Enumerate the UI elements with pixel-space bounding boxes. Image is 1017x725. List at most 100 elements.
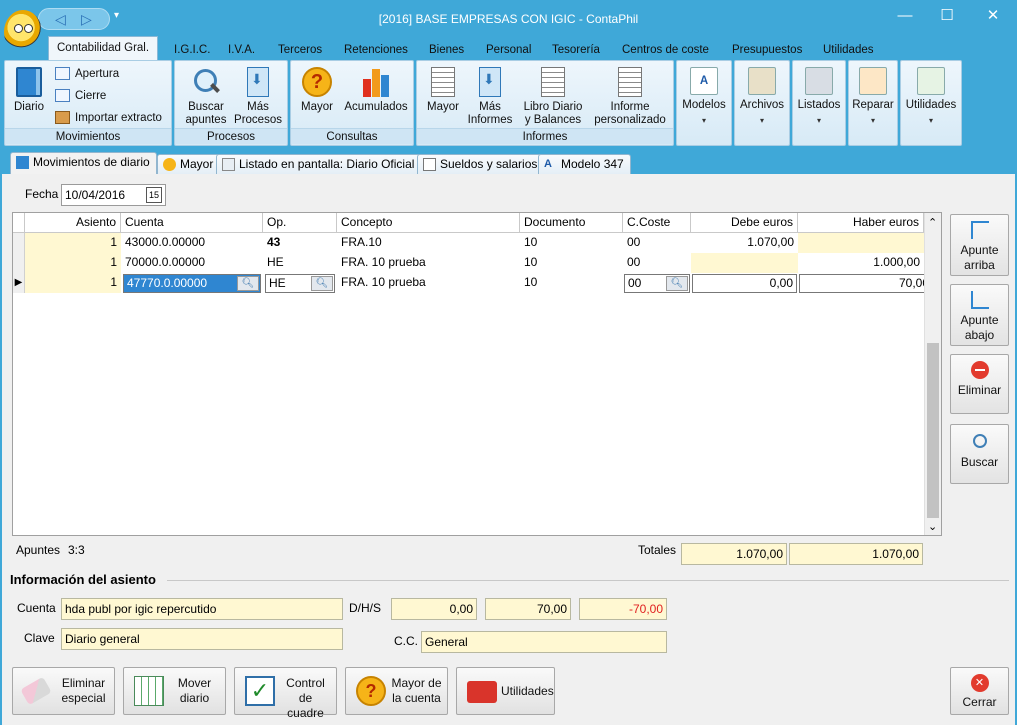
tab-igic[interactable]: I.G.I.C.	[166, 40, 218, 60]
tab-iva[interactable]: I.V.A.	[220, 40, 263, 60]
haber-edit-input[interactable]: 70,00	[799, 274, 933, 293]
utilidades-dropdown[interactable]: Utilidades ▾	[900, 60, 962, 146]
calendar-icon[interactable]: 15	[146, 187, 162, 203]
lookup-magnifier-icon[interactable]: 🔍︎	[237, 276, 259, 291]
tab-tesoreria[interactable]: Tesorería	[544, 40, 608, 60]
cell-concepto[interactable]: FRA.10	[337, 233, 520, 253]
tab-label: Modelo 347	[561, 157, 624, 171]
modelos-dropdown[interactable]: A Modelos ▾	[676, 60, 732, 146]
scroll-down-icon[interactable]: ⌄	[928, 520, 937, 533]
tab-retenciones[interactable]: Retenciones	[336, 40, 416, 60]
header-concepto[interactable]: Concepto	[337, 213, 520, 233]
close-circle-icon: ✕	[970, 674, 989, 692]
acumulados-button[interactable]: Acumulados	[341, 67, 411, 114]
maximize-button[interactable]: ☐	[927, 4, 967, 28]
libro-diario-button[interactable]: Libro Diario y Balances	[517, 67, 589, 127]
apertura-button[interactable]: Apertura	[55, 65, 119, 83]
cell-asiento[interactable]: 1	[25, 273, 121, 293]
mayor-consulta-button[interactable]: ? Mayor	[295, 67, 339, 114]
buscar-button[interactable]: Buscar	[950, 424, 1009, 484]
mas-procesos-button[interactable]: Más Procesos	[233, 67, 283, 127]
apunte-abajo-button[interactable]: Apunte abajo	[950, 284, 1009, 346]
cell-haber[interactable]: 1.000,00	[798, 253, 924, 273]
cell-documento[interactable]: 10	[520, 253, 623, 273]
mayor-informe-button[interactable]: Mayor	[421, 67, 465, 114]
cerrar-button[interactable]: ✕ Cerrar	[950, 667, 1009, 715]
lookup-magnifier-icon[interactable]: 🔍︎	[666, 276, 688, 291]
lookup-magnifier-icon[interactable]: 🔍︎	[311, 276, 333, 291]
cell-asiento[interactable]: 1	[25, 253, 121, 273]
listados-dropdown[interactable]: Listados ▾	[792, 60, 846, 146]
informe-label-1: Informe	[610, 101, 650, 113]
eliminar-button[interactable]: Eliminar	[950, 354, 1009, 414]
scroll-up-icon[interactable]: ⌃	[928, 216, 937, 229]
buscar-apuntes-button[interactable]: Buscar apuntes	[181, 67, 231, 127]
tab-sueldos-salarios[interactable]: Sueldos y salarios	[417, 154, 545, 174]
eliminar-especial-button[interactable]: Eliminar especial	[12, 667, 115, 715]
tab-utilidades[interactable]: Utilidades	[815, 40, 882, 60]
cell-op[interactable]: 43	[263, 233, 337, 253]
mover-diario-button[interactable]: Mover diario	[123, 667, 226, 715]
scrollbar-thumb[interactable]	[927, 343, 939, 518]
tab-centros-coste[interactable]: Centros de coste	[614, 40, 717, 60]
row-indicator[interactable]	[13, 233, 25, 253]
utilidades-button[interactable]: Utilidades	[456, 667, 555, 715]
row-indicator[interactable]	[13, 253, 25, 273]
reparar-content: Reparar ▾	[849, 67, 897, 127]
cell-concepto[interactable]: FRA. 10 prueba	[337, 253, 520, 273]
cell-cuenta[interactable]: 43000.0.00000	[121, 233, 263, 253]
tab-bienes[interactable]: Bienes	[421, 40, 472, 60]
minimize-button[interactable]: —	[885, 4, 925, 28]
cell-ccoste[interactable]: 00	[623, 233, 691, 253]
debe-edit-input[interactable]: 0,00	[692, 274, 797, 293]
cell-debe[interactable]	[691, 253, 798, 273]
buscar-label-1: Buscar	[188, 101, 224, 113]
cell-documento[interactable]: 10	[520, 273, 623, 293]
tab-movimientos-diario[interactable]: Movimientos de diario	[10, 152, 157, 174]
header-documento[interactable]: Documento	[520, 213, 623, 233]
cuenta-edit-input[interactable]: 47770.0.00000 🔍︎	[123, 274, 261, 293]
apunte-arriba-button[interactable]: Apunte arriba	[950, 214, 1009, 276]
close-window-button[interactable]: ✕	[973, 4, 1013, 28]
cell-ccoste[interactable]: 00	[623, 253, 691, 273]
current-row-arrow-icon[interactable]: ▶	[13, 273, 25, 293]
cell-cuenta[interactable]: 70000.0.00000	[121, 253, 263, 273]
divider	[167, 580, 1009, 581]
archivos-dropdown[interactable]: Archivos ▾	[734, 60, 790, 146]
total-debe: 1.070,00	[681, 543, 787, 565]
tab-contabilidad[interactable]: Contabilidad Gral.	[48, 36, 159, 61]
informe-personalizado-button[interactable]: Informe personalizado	[589, 67, 671, 127]
header-haber[interactable]: Haber euros	[798, 213, 924, 233]
header-cuenta[interactable]: Cuenta	[121, 213, 263, 233]
control-cuadre-button[interactable]: ✓ Control de cuadre	[234, 667, 337, 720]
tab-mayor[interactable]: Mayor	[157, 154, 221, 174]
tab-personal[interactable]: Personal	[478, 40, 539, 60]
cell-haber[interactable]	[798, 233, 924, 253]
cell-documento[interactable]: 10	[520, 233, 623, 253]
reparar-dropdown[interactable]: Reparar ▾	[848, 60, 898, 146]
tax-agency-icon: A	[690, 67, 718, 95]
cell-asiento[interactable]: 1	[25, 233, 121, 253]
header-op[interactable]: Op.	[263, 213, 337, 233]
cell-concepto[interactable]: FRA. 10 prueba	[337, 273, 520, 293]
op-edit-input[interactable]: HE 🔍︎	[265, 274, 335, 293]
header-debe[interactable]: Debe euros	[691, 213, 798, 233]
tab-modelo-347[interactable]: A Modelo 347	[538, 154, 631, 174]
tab-presupuestos[interactable]: Presupuestos	[724, 40, 810, 60]
tab-label: Movimientos de diario	[33, 155, 150, 169]
cell-op[interactable]: HE	[263, 253, 337, 273]
importar-extracto-button[interactable]: Importar extracto	[55, 109, 162, 127]
tab-terceros[interactable]: Terceros	[270, 40, 330, 60]
header-asiento[interactable]: Asiento	[25, 213, 121, 233]
diario-button[interactable]: Diario	[11, 67, 47, 114]
header-ccoste[interactable]: C.Coste	[623, 213, 691, 233]
fecha-input[interactable]: 10/04/2016 15	[61, 184, 166, 206]
ccoste-edit-input[interactable]: 00 🔍︎	[624, 274, 690, 293]
mayor-cuenta-button[interactable]: ? Mayor de la cuenta	[345, 667, 448, 715]
cell-debe[interactable]: 1.070,00	[691, 233, 798, 253]
tab-listado-pantalla[interactable]: Listado en pantalla: Diario Oficial	[216, 154, 422, 174]
cierre-button[interactable]: Cierre	[55, 87, 106, 105]
app-logo-icon[interactable]	[4, 10, 42, 54]
grid-scrollbar[interactable]: ⌃ ⌄	[924, 213, 941, 535]
mas-informes-button[interactable]: Más Informes	[465, 67, 515, 127]
